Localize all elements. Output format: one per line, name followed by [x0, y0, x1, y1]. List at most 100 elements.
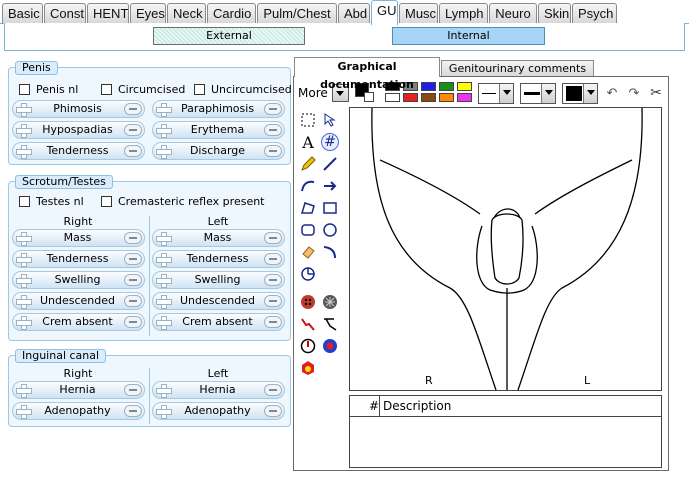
hypospadias-toggle[interactable]: Hypospadias: [12, 121, 145, 139]
minus-icon[interactable]: [264, 253, 282, 265]
stamp-blue-red-icon[interactable]: [321, 337, 339, 355]
minus-icon[interactable]: [264, 274, 282, 286]
minus-icon[interactable]: [124, 103, 142, 115]
right-mass-toggle[interactable]: Mass: [12, 229, 145, 247]
color-swatch-blue[interactable]: [421, 82, 436, 91]
minus-icon[interactable]: [264, 295, 282, 307]
color-swatch-orange[interactable]: [439, 93, 454, 102]
pencil-tool-icon[interactable]: [299, 155, 317, 173]
rounded-rectangle-tool-icon[interactable]: [299, 221, 317, 239]
line-width-dropdown[interactable]: [520, 83, 556, 104]
plus-icon[interactable]: [15, 294, 32, 309]
chevron-down-icon[interactable]: [541, 84, 555, 103]
plus-icon[interactable]: [155, 383, 172, 398]
plus-icon[interactable]: [15, 315, 32, 330]
tab-const[interactable]: Const: [44, 3, 86, 24]
left-crem-absent-toggle[interactable]: Crem absent: [152, 313, 285, 331]
ellipse-tool-icon[interactable]: [321, 221, 339, 239]
checkbox-box[interactable]: [19, 84, 30, 95]
pattern-tool-icon[interactable]: [321, 315, 339, 333]
minus-icon[interactable]: [264, 232, 282, 244]
discharge-toggle[interactable]: Discharge: [152, 142, 285, 160]
tenderness-toggle[interactable]: Tenderness: [12, 142, 145, 160]
right-crem-absent-toggle[interactable]: Crem absent: [12, 313, 145, 331]
tab-abd[interactable]: Abd: [338, 3, 370, 24]
plus-icon[interactable]: [155, 102, 172, 117]
minus-icon[interactable]: [124, 253, 142, 265]
minus-icon[interactable]: [124, 384, 142, 396]
uncircumcised-checkbox[interactable]: Uncircumcised: [194, 83, 292, 97]
paraphimosis-toggle[interactable]: Paraphimosis: [152, 100, 285, 118]
plus-icon[interactable]: [155, 144, 172, 159]
pointer-tool-icon[interactable]: [321, 111, 339, 129]
color-swatch-brown[interactable]: [421, 93, 436, 102]
line-tool-icon[interactable]: [321, 155, 339, 173]
left-mass-toggle[interactable]: Mass: [152, 229, 285, 247]
select-tool-icon[interactable]: [299, 111, 317, 129]
plus-icon[interactable]: [155, 294, 172, 309]
tab-skin[interactable]: Skin: [538, 3, 571, 24]
plus-icon[interactable]: [15, 102, 32, 117]
plus-icon[interactable]: [155, 231, 172, 246]
left-hernia-toggle[interactable]: Hernia: [152, 381, 285, 399]
freehand-red-icon[interactable]: [299, 315, 317, 333]
minus-icon[interactable]: [264, 103, 282, 115]
text-tool-icon[interactable]: A: [299, 133, 317, 152]
checkbox-box[interactable]: [101, 196, 112, 207]
left-undescended-toggle[interactable]: Undescended: [152, 292, 285, 310]
minus-icon[interactable]: [124, 232, 142, 244]
minus-icon[interactable]: [124, 295, 142, 307]
color-swatch-green[interactable]: [439, 82, 454, 91]
plus-icon[interactable]: [15, 383, 32, 398]
arrow-tool-icon[interactable]: [321, 177, 339, 195]
plus-icon[interactable]: [15, 273, 32, 288]
curve-tool-icon[interactable]: [321, 243, 339, 261]
circumcised-checkbox[interactable]: Circumcised: [101, 83, 185, 97]
color-swatch-magenta[interactable]: [457, 93, 472, 102]
penis-nl-checkbox[interactable]: Penis nl: [19, 83, 78, 97]
cremasteric-reflex-checkbox[interactable]: Cremasteric reflex present: [101, 195, 265, 209]
right-undescended-toggle[interactable]: Undescended: [12, 292, 145, 310]
tab-psych[interactable]: Psych: [572, 3, 617, 24]
tab-genitourinary-comments[interactable]: Genitourinary comments: [441, 60, 594, 77]
rectangle-tool-icon[interactable]: [321, 199, 339, 217]
minus-icon[interactable]: [124, 316, 142, 328]
tab-neuro[interactable]: Neuro: [489, 3, 537, 24]
line-style-dropdown[interactable]: [478, 83, 514, 104]
erythema-toggle[interactable]: Erythema: [152, 121, 285, 139]
color-swatch-yellow[interactable]: [457, 82, 472, 91]
undo-icon[interactable]: ↶: [603, 84, 621, 102]
color-swatch-red[interactable]: [403, 93, 418, 102]
scissors-icon[interactable]: ✂: [647, 84, 665, 102]
tab-eyes[interactable]: Eyes: [130, 3, 166, 24]
gauge-icon[interactable]: [299, 337, 317, 355]
tab-pulm-chest[interactable]: Pulm/Chest: [257, 3, 337, 24]
left-swelling-toggle[interactable]: Swelling: [152, 271, 285, 289]
stamp-dots-icon[interactable]: [299, 293, 317, 311]
redo-icon[interactable]: ↷: [625, 84, 643, 102]
pie-tool-icon[interactable]: [299, 265, 317, 283]
plus-icon[interactable]: [155, 404, 172, 419]
color-swatch-white[interactable]: [385, 93, 400, 102]
tab-gu[interactable]: GU: [371, 0, 398, 25]
tab-cardio[interactable]: Cardio: [207, 3, 256, 24]
right-swelling-toggle[interactable]: Swelling: [12, 271, 145, 289]
left-adenopathy-toggle[interactable]: Adenopathy: [152, 402, 285, 420]
minus-icon[interactable]: [124, 124, 142, 136]
plus-icon[interactable]: [155, 315, 172, 330]
tab-musc[interactable]: Musc: [399, 3, 438, 24]
minus-icon[interactable]: [124, 405, 142, 417]
eraser-tool-icon[interactable]: [299, 243, 317, 261]
internal-button[interactable]: Internal: [392, 27, 545, 45]
minus-icon[interactable]: [124, 145, 142, 157]
tab-graphical-documentation[interactable]: Graphical documentation: [294, 57, 440, 91]
right-tenderness-toggle[interactable]: Tenderness: [12, 250, 145, 268]
right-adenopathy-toggle[interactable]: Adenopathy: [12, 402, 145, 420]
phimosis-toggle[interactable]: Phimosis: [12, 100, 145, 118]
plus-icon[interactable]: [155, 252, 172, 267]
checkbox-box[interactable]: [194, 84, 205, 95]
right-hernia-toggle[interactable]: Hernia: [12, 381, 145, 399]
plus-icon[interactable]: [15, 252, 32, 267]
stamp-red-yellow-icon[interactable]: [299, 359, 317, 377]
drawing-canvas[interactable]: R L: [349, 107, 662, 391]
